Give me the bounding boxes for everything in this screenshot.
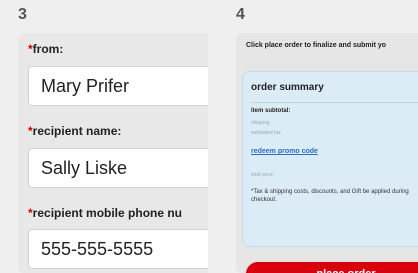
from-label: *from: xyxy=(28,42,63,56)
recipient-phone-label-text: recipient mobile phone nu xyxy=(32,206,183,220)
from-label-text: from: xyxy=(32,42,64,56)
estimated-tax-label: estimated tax xyxy=(251,130,281,136)
recipient-phone-input[interactable]: 555-555-5555 xyxy=(28,229,208,269)
total-price-label: total price: xyxy=(251,172,275,178)
checkout-panel: Click place order to finalize and submit… xyxy=(236,33,418,273)
checkout-instructions: Click place order to finalize and submit… xyxy=(246,42,387,49)
recipient-form-panel: *from: Mary Prifer *recipient name: Sall… xyxy=(18,33,208,273)
from-input[interactable]: Mary Prifer xyxy=(28,66,208,106)
recipient-name-label: *recipient name: xyxy=(28,124,121,138)
summary-divider xyxy=(251,102,418,103)
recipient-phone-label: *recipient mobile phone nu xyxy=(28,206,182,220)
order-summary-box: order summary item subtotal: shipping es… xyxy=(242,71,418,247)
step-number-3: 3 xyxy=(18,6,27,23)
step-number-4: 4 xyxy=(236,6,245,23)
redeem-promo-code-link[interactable]: redeem promo code xyxy=(251,148,318,155)
recipient-name-input[interactable]: Sally Liske xyxy=(28,148,208,188)
order-summary-title: order summary xyxy=(251,82,324,93)
shipping-label: shipping xyxy=(251,120,270,126)
recipient-name-label-text: recipient name: xyxy=(32,124,122,138)
item-subtotal-label: item subtotal: xyxy=(251,108,291,114)
tax-shipping-note: *Tax & shipping costs, discounts, and Gi… xyxy=(251,189,409,203)
